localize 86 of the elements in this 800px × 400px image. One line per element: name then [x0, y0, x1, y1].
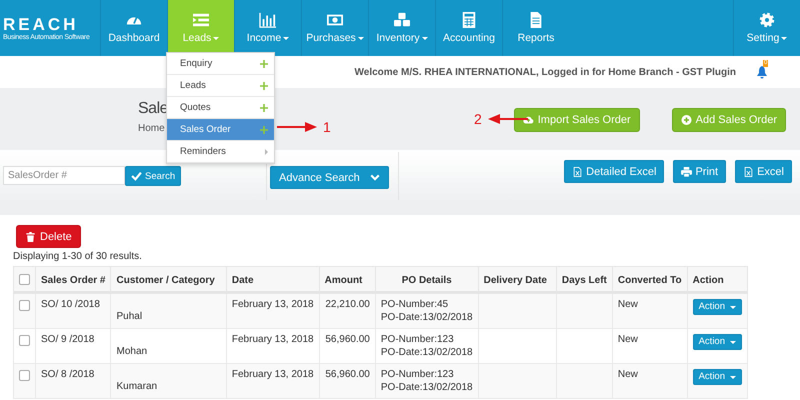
column-header: Converted To — [618, 274, 682, 286]
menu-item[interactable]: Sales Order — [167, 119, 274, 141]
cloud-upload-icon — [522, 115, 534, 125]
plus-circle-icon — [680, 115, 692, 125]
po-date: PO-Date:13/02/2018 — [380, 381, 473, 394]
nav-item[interactable]: Reports — [502, 0, 569, 56]
plus-icon — [260, 82, 268, 90]
column-header: Delivery Date — [484, 274, 547, 286]
plus-icon — [260, 60, 268, 68]
row-checkbox[interactable] — [19, 335, 30, 346]
annotation-number: 1 — [323, 119, 331, 135]
order-date: February 13, 2018 — [232, 334, 314, 345]
menu-item[interactable]: Enquiry — [167, 53, 274, 75]
column-header: Action — [692, 274, 724, 286]
menu-item[interactable]: Leads — [167, 75, 274, 97]
submenu-arrow-icon — [265, 148, 268, 154]
check-icon — [131, 171, 142, 181]
chevron-down-icon — [370, 174, 380, 181]
spreadsheet-file-icon — [743, 166, 754, 176]
select-all-checkbox[interactable] — [19, 274, 30, 285]
po-number: PO-Number:123 — [380, 368, 455, 381]
export-button[interactable]: Print — [673, 160, 726, 183]
caret-icon — [730, 376, 736, 378]
order-number: SO/ 10 /2018 — [41, 299, 100, 310]
column-header: Customer / Category — [116, 274, 215, 286]
settings-icon — [758, 12, 776, 28]
trash-icon — [25, 232, 36, 242]
action-button[interactable]: Action — [692, 369, 742, 385]
action-button[interactable]: Action — [692, 299, 742, 315]
annotation-number: 2 — [474, 111, 482, 127]
amount: 22,210.00 — [325, 299, 370, 310]
column-header: Date — [232, 274, 254, 286]
customer-name: Puhal — [116, 311, 142, 322]
amount: 56,960.00 — [325, 334, 370, 345]
converted-status: New — [618, 369, 638, 380]
welcome-text: Welcome M/S. RHEA INTERNATIONAL, Logged in for Home Branch - GST Plugin — [354, 66, 736, 78]
column-header: Sales Order # — [41, 274, 106, 286]
action-button[interactable]: Action — [692, 334, 742, 350]
search-field[interactable]: SalesOrder # — [3, 166, 125, 185]
order-number: SO/ 8 /2018 — [41, 369, 94, 380]
logo-wordmark: REACH — [3, 16, 80, 34]
caret-icon — [730, 340, 736, 344]
search-button[interactable]: Search — [125, 166, 182, 186]
order-date: February 13, 2018 — [232, 369, 314, 380]
order-number: SO/ 9 /2018 — [41, 334, 94, 345]
export-button[interactable]: Detailed Excel — [564, 160, 664, 183]
converted-status: New — [618, 334, 638, 345]
po-number: PO-Number:123 — [380, 333, 455, 346]
results-summary: Displaying 1-30 of 30 results. — [13, 251, 143, 262]
converted-status: New — [618, 299, 638, 310]
advance-search-button[interactable]: Advance Search — [270, 166, 389, 189]
caret-icon — [730, 306, 736, 308]
plus-icon — [260, 104, 268, 112]
arrow-annotation — [488, 114, 528, 124]
customer-name: Kumaran — [116, 381, 158, 392]
po-number: PO-Number:45 — [380, 298, 450, 311]
nav-item[interactable]: Purchases — [301, 0, 368, 56]
row-checkbox[interactable] — [19, 370, 30, 381]
amount: 56,960.00 — [325, 369, 370, 380]
bars-icon — [259, 12, 277, 28]
nav-item[interactable]: Accounting — [435, 0, 502, 56]
setting-menu[interactable]: Setting — [733, 0, 800, 56]
customer-name: Mohan — [116, 346, 148, 357]
header-button[interactable]: Import Sales Order — [514, 108, 640, 132]
po-date: PO-Date:13/02/2018 — [380, 311, 473, 324]
po-date: PO-Date:13/02/2018 — [380, 346, 473, 359]
export-button[interactable]: Excel — [735, 160, 792, 183]
nav-item[interactable]: Inventory — [368, 0, 435, 56]
column-header: Days Left — [562, 274, 607, 286]
printer-icon — [681, 166, 692, 176]
list-icon — [192, 12, 210, 28]
delete-button[interactable]: Delete — [16, 225, 81, 248]
arrow-annotation — [277, 122, 317, 132]
header-button[interactable]: Add Sales Order — [672, 108, 786, 132]
breadcrumb-link[interactable]: Home — [138, 123, 168, 134]
row-checkbox[interactable] — [19, 300, 30, 311]
money-icon — [326, 12, 344, 28]
column-header: Amount — [324, 274, 362, 286]
column-header: PO Details — [402, 274, 452, 286]
calculator-icon — [460, 12, 478, 28]
menu-item[interactable]: Reminders — [167, 141, 274, 163]
order-date: February 13, 2018 — [232, 299, 314, 310]
bell-icon[interactable] — [756, 66, 768, 78]
plus-icon — [260, 126, 268, 134]
spreadsheet-file-icon — [572, 166, 584, 176]
cubes-icon — [393, 12, 411, 28]
